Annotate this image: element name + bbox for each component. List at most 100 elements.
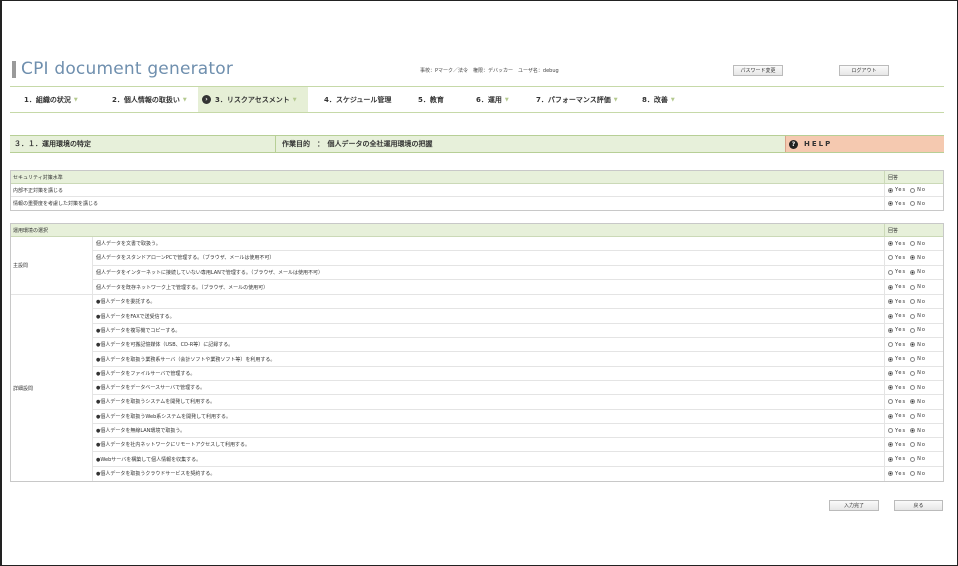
nav-item-7[interactable]: 7．パフォーマンス評価 ▼	[520, 87, 626, 112]
radio-yes[interactable]: Yes	[888, 255, 906, 261]
radio-yes[interactable]: Yes	[888, 299, 906, 305]
radio-no[interactable]: No	[910, 201, 926, 207]
radio-yes[interactable]: Yes	[888, 284, 906, 290]
table-row: ●個人データを取扱うシステムを開発して利用する。 Yes No	[93, 395, 943, 410]
nav-item-5[interactable]: 5．教育	[402, 87, 460, 112]
radio-no[interactable]: No	[910, 327, 926, 333]
radio-label: Yes	[895, 456, 907, 463]
radio-no[interactable]: No	[910, 356, 926, 362]
chevron-down-icon: ▼	[292, 96, 297, 103]
input-complete-button[interactable]: 入力完了	[829, 500, 879, 511]
question-text: ●個人データを可搬記憶媒体（USB、CD-R等）に記録する。	[96, 342, 234, 349]
radio-no[interactable]: No	[910, 241, 926, 247]
radio-label: Yes	[895, 200, 907, 207]
radio-unchecked-icon	[910, 413, 916, 419]
question-text: ●個人データを取扱う業務系サーバ（会計ソフトや業務ソフト等）を利用する。	[96, 356, 276, 363]
radio-yes[interactable]: Yes	[888, 187, 906, 193]
radio-yes[interactable]: Yes	[888, 399, 906, 405]
nav-item-3[interactable]: › 3．リスクアセスメント ▼	[198, 87, 308, 112]
chevron-down-icon: ▼	[613, 96, 618, 103]
radio-yes[interactable]: Yes	[888, 342, 906, 348]
radio-label: No	[917, 427, 926, 434]
table-row: ●個人データを社内ネットワークにリモートアクセスして利用する。 Yes No	[93, 438, 943, 453]
radio-yes[interactable]: Yes	[888, 201, 906, 207]
radio-no[interactable]: No	[910, 269, 926, 275]
radio-no[interactable]: No	[910, 342, 926, 348]
radio-label: Yes	[895, 254, 907, 261]
radio-yes[interactable]: Yes	[888, 241, 906, 247]
question-text: ●個人データを取扱うクラウドサービスを契約する。	[96, 471, 216, 478]
radio-checked-icon	[888, 201, 893, 206]
radio-label: Yes	[895, 269, 907, 276]
nav-item-1[interactable]: 1．組織の状況 ▼	[10, 87, 96, 112]
table-row: ●個人データを可搬記憶媒体（USB、CD-R等）に記録する。 Yes No	[93, 338, 943, 353]
answer-cell: Yes No	[884, 338, 943, 352]
group-label: 詳細設問	[11, 295, 93, 482]
radio-label: Yes	[895, 284, 907, 291]
radio-yes[interactable]: Yes	[888, 471, 906, 477]
radio-no[interactable]: No	[910, 187, 926, 193]
radio-label: No	[917, 456, 926, 463]
radio-label: No	[917, 240, 926, 247]
radio-label: No	[917, 441, 926, 448]
group-rows: ●個人データを委託する。 Yes No ●個人データをFAXで送受信する。 Yes No ●…	[93, 295, 943, 482]
radio-unchecked-icon	[888, 342, 893, 348]
nav-item-label: 7．パフォーマンス評価	[536, 95, 611, 104]
radio-no[interactable]: No	[910, 284, 926, 290]
radio-label: Yes	[895, 240, 907, 247]
help-button[interactable]: ? HELP	[785, 136, 944, 152]
radio-label: Yes	[895, 398, 907, 405]
nav-item-6[interactable]: 6．運用 ▼	[460, 87, 520, 112]
radio-yes[interactable]: Yes	[888, 370, 906, 376]
radio-no[interactable]: No	[910, 399, 926, 405]
question-text: ●個人データを取扱うWeb系システムを開発して利用する。	[96, 413, 231, 420]
answer-cell: Yes No	[884, 251, 943, 265]
radio-yes[interactable]: Yes	[888, 356, 906, 362]
table-row: ●個人データをファイルサーバで管理する。 Yes No	[93, 366, 943, 381]
chevron-down-icon: ▼	[73, 96, 78, 103]
answer-cell: Yes No	[884, 423, 943, 438]
table-row: ●個人データを複写機でコピーする。 Yes No	[93, 323, 943, 339]
radio-no[interactable]: No	[910, 471, 926, 477]
answer-cell: Yes No	[884, 295, 943, 309]
chevron-down-icon: ▼	[504, 96, 509, 103]
radio-no[interactable]: No	[910, 456, 926, 462]
radio-no[interactable]: No	[910, 413, 926, 419]
radio-no[interactable]: No	[910, 370, 926, 376]
current-step-icon: ›	[202, 95, 211, 104]
nav-item-label: 5．教育	[418, 95, 444, 104]
table-row: ●個人データをデータベースサーバで管理する。 Yes No	[93, 380, 943, 396]
back-button[interactable]: 戻る	[894, 500, 943, 511]
logout-button[interactable]: ログアウト	[839, 65, 889, 76]
radio-label: No	[917, 341, 926, 348]
nav-item-label: 6．運用	[476, 95, 502, 104]
radio-yes[interactable]: Yes	[888, 385, 906, 391]
radio-no[interactable]: No	[910, 313, 926, 319]
radio-yes[interactable]: Yes	[888, 428, 906, 434]
question-text: 個人データを文書で取扱う。	[96, 241, 161, 248]
change-password-button[interactable]: パスワード変更	[733, 65, 783, 76]
question-text: 内部不正対策を講じる	[13, 187, 64, 194]
table-row: 個人データを文書で取扱う。 Yes No	[93, 237, 943, 252]
radio-label: No	[917, 254, 926, 261]
radio-no[interactable]: No	[910, 442, 926, 448]
nav-item-8[interactable]: 8．改善 ▼	[626, 87, 696, 112]
radio-no[interactable]: No	[910, 299, 926, 305]
radio-yes[interactable]: Yes	[888, 269, 906, 275]
answer-cell: Yes No	[884, 352, 943, 366]
radio-unchecked-icon	[910, 313, 916, 319]
radio-yes[interactable]: Yes	[888, 313, 906, 319]
radio-yes[interactable]: Yes	[888, 413, 906, 419]
radio-unchecked-icon	[910, 201, 916, 206]
nav-item-2[interactable]: 2．個人情報の取扱い ▼	[96, 87, 198, 112]
radio-no[interactable]: No	[910, 428, 926, 434]
radio-yes[interactable]: Yes	[888, 442, 906, 448]
radio-yes[interactable]: Yes	[888, 327, 906, 333]
radio-checked-icon	[888, 313, 893, 319]
radio-no[interactable]: No	[910, 385, 926, 391]
radio-no[interactable]: No	[910, 255, 926, 261]
nav-item-label: 2．個人情報の取扱い	[112, 95, 180, 104]
radio-label: No	[917, 384, 926, 391]
radio-yes[interactable]: Yes	[888, 456, 906, 462]
nav-item-4[interactable]: 4．スケジュール管理	[308, 87, 402, 112]
